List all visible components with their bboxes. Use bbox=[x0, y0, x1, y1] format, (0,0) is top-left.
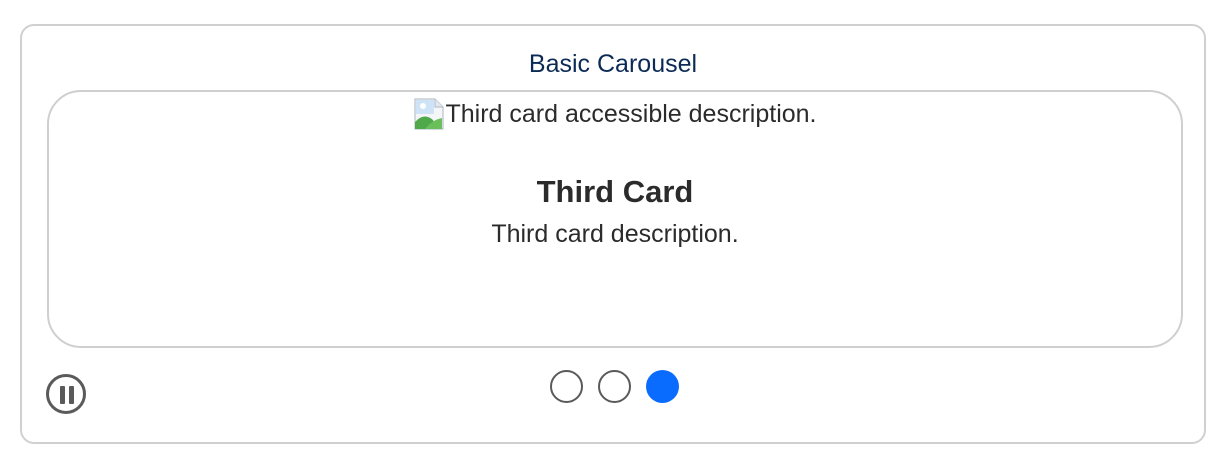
card-description: Third card description. bbox=[491, 220, 739, 248]
carousel-container: Basic Carousel Third card accessible des… bbox=[20, 24, 1206, 444]
pause-icon bbox=[60, 386, 65, 404]
pause-icon-bar bbox=[69, 386, 74, 404]
card-image: Third card accessible description. bbox=[49, 98, 1181, 130]
pause-button[interactable] bbox=[46, 374, 86, 414]
indicator-dot-3[interactable] bbox=[646, 370, 679, 403]
carousel-card: Third card accessible description. Third… bbox=[47, 90, 1183, 348]
card-title: Third Card bbox=[536, 174, 694, 209]
indicator-dot-2[interactable] bbox=[598, 370, 631, 403]
carousel-title: Basic Carousel bbox=[528, 50, 698, 78]
broken-image-icon bbox=[413, 98, 444, 130]
indicator-dot-1[interactable] bbox=[550, 370, 583, 403]
carousel-indicators bbox=[550, 370, 679, 403]
card-image-alt-text: Third card accessible description. bbox=[445, 100, 817, 128]
